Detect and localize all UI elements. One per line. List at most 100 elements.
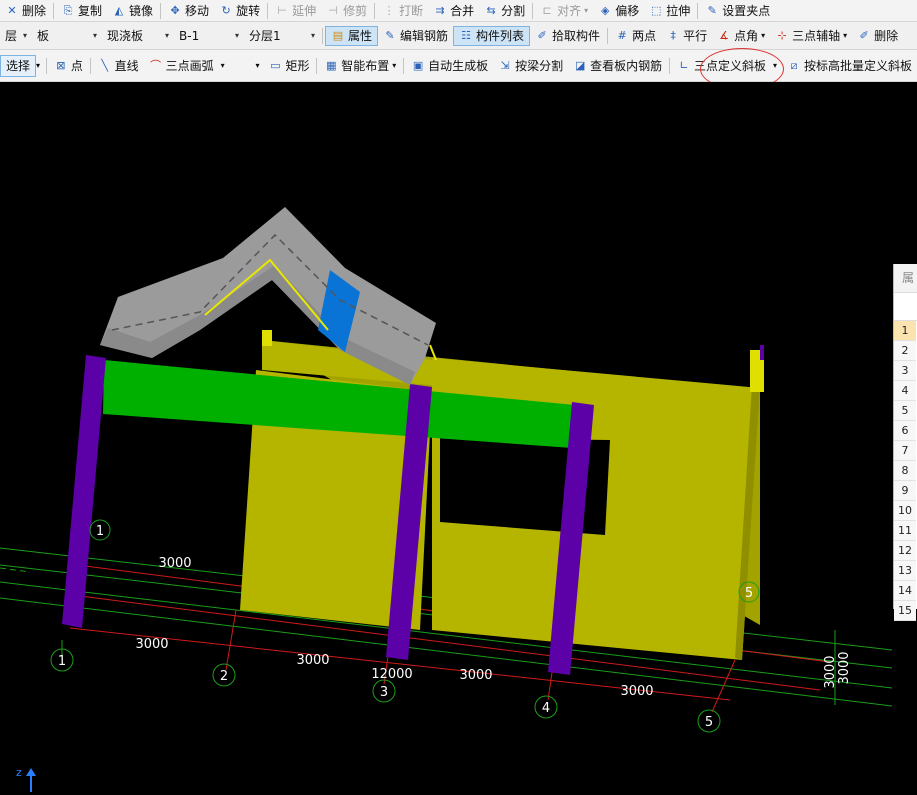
axis-gizmo: z <box>16 766 36 792</box>
chevron-down-icon: ▾ <box>92 31 97 40</box>
copy-button[interactable]: ⎘ 复制 <box>56 1 107 21</box>
point-angle-icon: ∡ <box>719 28 730 42</box>
component-list-button[interactable]: ☷ 构件列表 <box>453 25 531 46</box>
chevron-down-icon: ▾ <box>234 31 239 40</box>
dimension-label: 3000 <box>158 556 191 571</box>
property-row[interactable]: 10 <box>894 501 916 521</box>
split-by-beam-button[interactable]: ⇲ 按梁分割 <box>493 56 568 76</box>
rotate-icon: ↻ <box>221 3 231 17</box>
category-select[interactable]: 板 ▾ <box>32 26 102 46</box>
separator <box>607 27 609 44</box>
column[interactable] <box>62 355 106 628</box>
rectangle-button[interactable]: ▭ 矩形 <box>263 56 314 76</box>
property-row[interactable]: 6 <box>894 421 916 441</box>
axis-label: 5 <box>705 715 713 730</box>
separator <box>160 2 162 19</box>
merge-icon: ⇉ <box>435 3 445 17</box>
smart-layout-button[interactable]: ▦ 智能布置 ▾ <box>319 56 401 76</box>
property-row[interactable]: 13 <box>894 561 916 581</box>
trim-button[interactable]: ⊣ 修剪 <box>321 1 372 21</box>
property-row[interactable]: 9 <box>894 481 916 501</box>
property-row[interactable]: 14 <box>894 581 916 601</box>
draw-toolbar: 选择 ▾ ⊠ 点 ╲ 直线 ⌒ 三点画弧 ▾ ▾ ▭ 矩形 ▦ 智能布置 ▾ ▣ 自动生成板 ⇲… <box>0 50 917 82</box>
chevron-down-icon[interactable]: ▾ <box>36 61 40 70</box>
property-row[interactable]: 4 <box>894 381 916 401</box>
pick-component-button[interactable]: ✐ 拾取构件 <box>530 26 605 46</box>
chevron-down-icon: ▾ <box>392 61 397 70</box>
properties-panel[interactable]: 属性 1 2 3 4 5 6 7 8 9 10 11 12 13 14 15 <box>893 264 917 621</box>
align-icon: ⊏ <box>542 3 552 17</box>
property-row[interactable]: 15 <box>894 601 916 621</box>
edit-rebar-button[interactable]: ✎ 编辑钢筋 <box>378 26 453 46</box>
split-button[interactable]: ⇆ 分割 <box>479 1 530 21</box>
move-icon: ✥ <box>170 3 180 17</box>
parallel-icon: ‡ <box>670 28 676 42</box>
properties-panel-header <box>894 293 917 321</box>
z-axis-arrowhead <box>26 768 36 776</box>
property-row[interactable]: 11 <box>894 521 916 541</box>
separator <box>697 2 699 19</box>
dimension-label: 3000 <box>823 655 838 688</box>
chevron-down-icon: ▾ <box>22 31 27 40</box>
model-canvas[interactable]: 1 1 2 3 4 5 5 3000 3000 3000 12000 3000 … <box>0 82 917 792</box>
property-row[interactable]: 8 <box>894 461 916 481</box>
move-button[interactable]: ✥ 移动 <box>163 1 214 21</box>
properties-icon: ▤ <box>332 28 344 42</box>
component-select[interactable]: B-1 ▾ <box>174 26 244 46</box>
property-row[interactable]: 5 <box>894 401 916 421</box>
walls[interactable] <box>240 330 764 660</box>
view-slab-rebar-button[interactable]: ◪ 查看板内钢筋 <box>568 56 667 76</box>
arc-button[interactable]: ⌒ 三点画弧 ▾ <box>144 56 256 76</box>
type-select[interactable]: 现浇板 ▾ <box>102 26 174 46</box>
layer-select[interactable]: 层 ▾ <box>0 26 32 46</box>
chevron-down-icon[interactable]: ▾ <box>255 61 259 70</box>
auto-generate-slab-button[interactable]: ▣ 自动生成板 <box>406 56 493 76</box>
parallel-button[interactable]: ‡ 平行 <box>661 26 712 46</box>
delete-button[interactable]: ✕ 删除 <box>0 1 51 21</box>
point-angle-button[interactable]: ∡ 点角 ▾ <box>712 26 770 46</box>
properties-button[interactable]: ▤ 属性 <box>325 25 379 46</box>
stretch-button[interactable]: ⬚ 拉伸 <box>644 1 695 21</box>
3d-viewport[interactable]: 1 1 2 3 4 5 5 3000 3000 3000 12000 3000 … <box>0 82 917 792</box>
auto-slab-icon: ▣ <box>412 58 424 72</box>
set-grip-button[interactable]: ✎ 设置夹点 <box>700 1 775 21</box>
break-button[interactable]: ⋮ 打断 <box>377 1 428 21</box>
grid-line <box>0 567 31 573</box>
chevron-down-icon: ▾ <box>772 61 777 70</box>
break-icon: ⋮ <box>383 3 395 17</box>
axis-label: 1 <box>58 654 66 669</box>
batch-slope-icon: ⧄ <box>790 58 798 72</box>
select-button[interactable]: 选择 <box>0 54 37 77</box>
delete-aux-button[interactable]: ✐ 删除 <box>852 26 903 46</box>
separator <box>316 57 318 74</box>
property-row[interactable]: 3 <box>894 361 916 381</box>
property-row[interactable]: 2 <box>894 341 916 361</box>
chevron-down-icon: ▾ <box>164 31 169 40</box>
mirror-icon: ◭ <box>114 3 124 17</box>
stretch-icon: ⬚ <box>651 3 662 17</box>
line-button[interactable]: ╲ 直线 <box>93 56 144 76</box>
chevron-down-icon: ▾ <box>843 31 848 40</box>
axis-label: 5 <box>745 586 753 601</box>
align-button[interactable]: ⊏ 对齐 ▾ <box>535 1 593 21</box>
extend-button[interactable]: ⊢ 延伸 <box>270 1 321 21</box>
property-row[interactable]: 12 <box>894 541 916 561</box>
rotate-button[interactable]: ↻ 旋转 <box>214 1 265 21</box>
three-point-slope-slab-button[interactable]: ∟ 三点定义斜板 ▾ <box>672 56 782 76</box>
mirror-button[interactable]: ◭ 镜像 <box>107 1 158 21</box>
dimension-label: 3000 <box>620 684 653 699</box>
chevron-down-icon: ▾ <box>310 31 315 40</box>
batch-slope-by-elevation-button[interactable]: ⧄ 按标高批量定义斜板 <box>782 56 917 76</box>
sublayer-select[interactable]: 分层1 ▾ <box>244 26 320 46</box>
three-point-axis-icon: ⊹ <box>777 28 787 42</box>
merge-button[interactable]: ⇉ 合并 <box>428 1 479 21</box>
three-point-axis-button[interactable]: ⊹ 三点辅轴 ▾ <box>770 26 852 46</box>
property-row[interactable]: 7 <box>894 441 916 461</box>
copy-icon: ⎘ <box>63 3 73 17</box>
dimension-label: 3000 <box>296 653 329 668</box>
two-point-button[interactable]: # 两点 <box>610 26 661 46</box>
property-row[interactable]: 1 <box>894 321 916 341</box>
point-button[interactable]: ⊠ 点 <box>49 56 88 76</box>
offset-button[interactable]: ◈ 偏移 <box>593 1 644 21</box>
separator <box>669 57 670 74</box>
